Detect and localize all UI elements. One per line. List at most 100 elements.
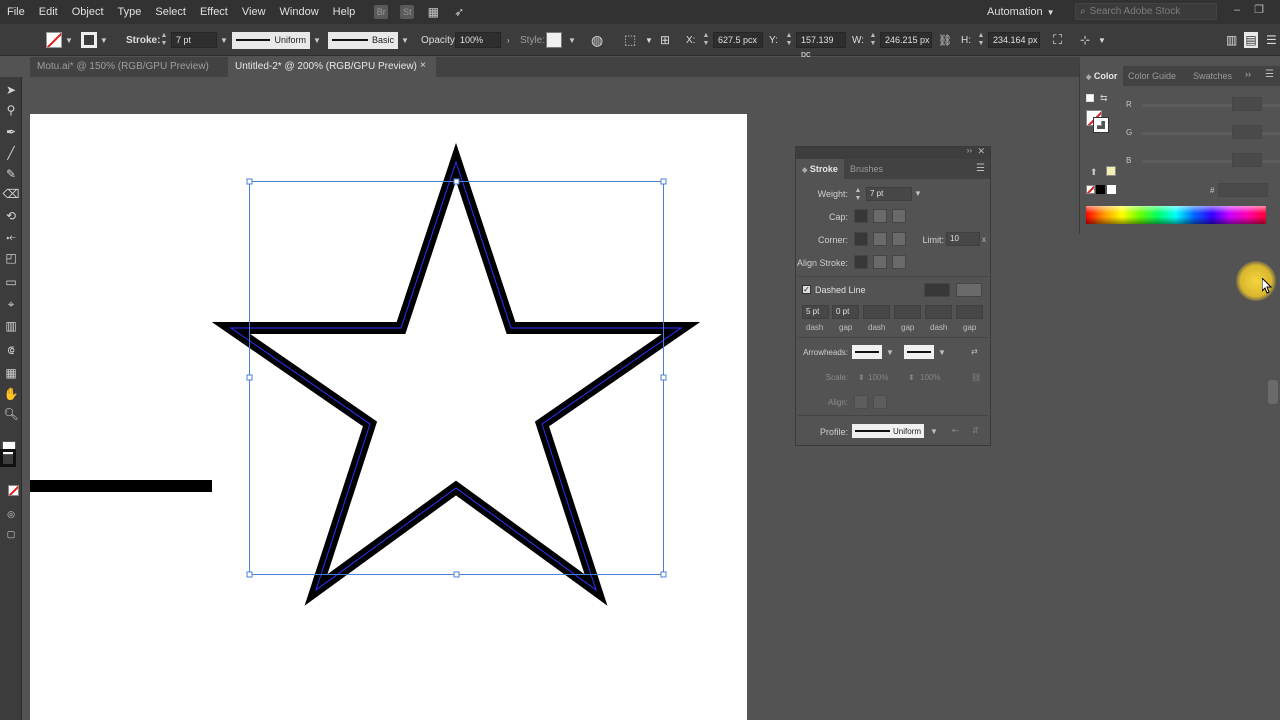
chevron-down-icon[interactable]: ▼: [100, 36, 108, 45]
gamut-swatch[interactable]: [1106, 166, 1116, 176]
paintbrush-icon[interactable]: ✎: [2, 165, 20, 183]
stroke-color-icon[interactable]: [0, 449, 16, 467]
tab-swatches[interactable]: Swatches: [1193, 66, 1232, 86]
butt-cap-button[interactable]: [854, 209, 868, 223]
stroke-label[interactable]: Stroke:: [126, 24, 160, 56]
stock-search[interactable]: ⌕: [1075, 3, 1217, 20]
arrow-tip-at-end-button[interactable]: [873, 395, 887, 409]
start-scale-value[interactable]: 100%: [868, 373, 888, 382]
miter-join-button[interactable]: [854, 232, 868, 246]
weight-field[interactable]: 7 pt: [866, 187, 912, 201]
r-value-field[interactable]: [1232, 97, 1262, 111]
stepper-icon[interactable]: ▲ ▼: [977, 32, 985, 48]
restore-icon[interactable]: ❐: [1250, 2, 1268, 18]
tab-color[interactable]: ◆ Color: [1080, 66, 1124, 86]
gap-3-field[interactable]: [956, 305, 983, 319]
transform-reference-icon[interactable]: ⊞: [660, 24, 670, 56]
round-cap-button[interactable]: [873, 209, 887, 223]
chevron-down-icon[interactable]: ▼: [886, 348, 894, 357]
tab-stroke[interactable]: ◆ Stroke: [796, 159, 844, 179]
artboard-icon[interactable]: ▦: [2, 364, 20, 382]
stepper-icon[interactable]: ▲ ▼: [702, 32, 710, 48]
menu-object[interactable]: Object: [65, 0, 111, 24]
graph-icon[interactable]: ▥: [2, 317, 20, 335]
search-input[interactable]: [1089, 6, 1208, 17]
recolor-artwork-icon[interactable]: ◍: [591, 24, 603, 56]
stepper-icon[interactable]: ▲ ▼: [160, 32, 168, 48]
align-outside-button[interactable]: [892, 255, 906, 269]
h-field[interactable]: 234.164 px: [988, 32, 1040, 48]
panel-scrollbar[interactable]: [1268, 380, 1278, 404]
align-dashes-button[interactable]: [956, 283, 982, 297]
none-color-icon[interactable]: [1086, 185, 1095, 194]
arrow-tip-beyond-button[interactable]: [854, 395, 868, 409]
tab-untitled-2[interactable]: Untitled-2* @ 200% (RGB/GPU Preview): [228, 57, 436, 77]
panel-titlebar[interactable]: ›› ✕: [796, 146, 990, 159]
gradient-icon[interactable]: ▭: [2, 273, 20, 291]
control-panel-toggle-icon[interactable]: ▤: [1244, 32, 1258, 48]
chevron-down-icon[interactable]: ▼: [914, 189, 922, 198]
handle-middle-right[interactable]: [660, 374, 667, 381]
projecting-cap-button[interactable]: [892, 209, 906, 223]
chevron-down-icon[interactable]: ▼: [65, 36, 73, 45]
pen-tool-icon[interactable]: ✒: [2, 123, 20, 141]
end-scale-value[interactable]: 100%: [920, 373, 940, 382]
draw-mode-icon[interactable]: ◎: [2, 505, 20, 523]
handle-top-center[interactable]: [453, 178, 460, 185]
shape-builder-icon[interactable]: ◰: [2, 249, 20, 267]
transform-icon[interactable]: ⛶: [1053, 24, 1062, 56]
align-inside-button[interactable]: [873, 255, 887, 269]
star-shape[interactable]: [211, 142, 701, 606]
handle-middle-left[interactable]: [246, 374, 253, 381]
gap-1-field[interactable]: 0 pt: [832, 305, 859, 319]
opacity-label[interactable]: Opacity:: [421, 24, 458, 56]
chevron-down-icon[interactable]: ▼: [1098, 24, 1106, 56]
panel-menu-icon[interactable]: ☰: [1265, 69, 1274, 80]
black-swatch[interactable]: [1096, 185, 1105, 194]
w-field[interactable]: 246.215 px: [880, 32, 932, 48]
workspace-switcher[interactable]: Automation ▼: [987, 4, 1055, 20]
fill-swatch[interactable]: [46, 32, 62, 48]
link-icon[interactable]: ⛓: [938, 24, 952, 56]
stroke-swatch[interactable]: [80, 32, 97, 48]
chevron-down-icon[interactable]: ▼: [401, 36, 409, 45]
y-field[interactable]: 157.139 pc: [796, 32, 846, 59]
bridge-icon[interactable]: Br: [374, 5, 389, 19]
rotate-icon[interactable]: ⟲: [2, 207, 20, 225]
dash-2-field[interactable]: [863, 305, 890, 319]
none-icon[interactable]: [8, 485, 19, 496]
stepper-icon[interactable]: ⬍: [908, 373, 915, 382]
chevron-down-icon[interactable]: ▼: [645, 24, 653, 56]
selection-tool-icon[interactable]: ➤: [2, 81, 20, 99]
dash-3-field[interactable]: [925, 305, 952, 319]
limit-field[interactable]: 10: [946, 232, 980, 246]
align-center-button[interactable]: [854, 255, 868, 269]
handle-bottom-left[interactable]: [246, 571, 253, 578]
style-label[interactable]: Style:: [520, 24, 545, 56]
dash-1-field[interactable]: 5 pt: [802, 305, 829, 319]
slice-icon[interactable]: ⟃: [2, 341, 20, 359]
color-spectrum[interactable]: [1086, 206, 1266, 224]
bevel-join-button[interactable]: [892, 232, 906, 246]
close-icon[interactable]: ✕: [977, 146, 985, 157]
menu-type[interactable]: Type: [111, 0, 149, 24]
flip-along-icon[interactable]: ⇤: [952, 426, 959, 435]
menu-select[interactable]: Select: [148, 0, 193, 24]
eraser-icon[interactable]: ⌫: [2, 185, 20, 203]
swap-arrowheads-icon[interactable]: ⇄: [971, 347, 978, 356]
collapse-icon[interactable]: ››: [1245, 69, 1251, 79]
link-icon[interactable]: ⛓: [971, 373, 981, 382]
g-value-field[interactable]: [1232, 125, 1262, 139]
panel-menu-icon[interactable]: ☰: [1266, 24, 1277, 56]
minimize-icon[interactable]: –: [1228, 2, 1246, 18]
chevron-right-icon[interactable]: ›: [507, 36, 510, 45]
end-arrowhead-select[interactable]: [904, 345, 934, 359]
out-of-gamut-icon[interactable]: ⬆: [1090, 167, 1098, 178]
hand-icon[interactable]: ✋: [2, 385, 20, 403]
stepper-icon[interactable]: ▲ ▼: [785, 32, 793, 48]
swap-colors-icon[interactable]: ⇆: [1100, 93, 1108, 104]
arrange-documents-icon[interactable]: ▦: [426, 5, 440, 19]
stroke-color-swatch[interactable]: [1093, 117, 1109, 133]
gap-2-field[interactable]: [894, 305, 921, 319]
zoom-icon[interactable]: 🔍︎: [2, 405, 20, 423]
